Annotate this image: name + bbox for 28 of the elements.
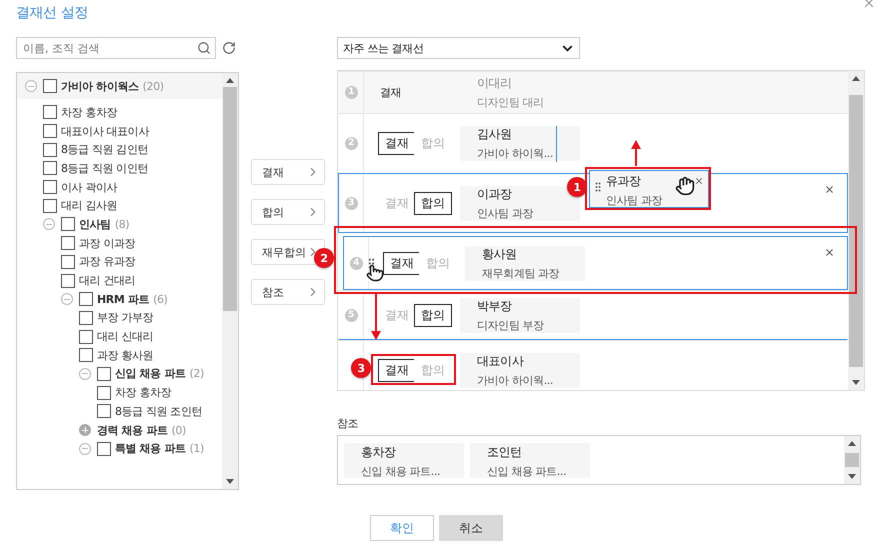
person-dept: 디자인팀 부장 <box>477 318 544 333</box>
person-dept: 신입 채용 파트... <box>361 464 440 478</box>
member-count: (20) <box>142 80 164 92</box>
person-name: 조인턴 <box>487 444 522 460</box>
member-count: (8) <box>114 218 130 231</box>
member-count: (1) <box>189 442 204 456</box>
person-name: 이과장 <box>477 186 512 203</box>
person-name: 대표이사 <box>477 353 524 370</box>
person-dept: 가비아 하이웍... <box>477 373 553 388</box>
person-name: 유과장 <box>606 173 641 190</box>
person-dept: 디자인팀 대리 <box>477 95 544 110</box>
person-name: 김사원 <box>477 126 512 143</box>
person-name: 황사원 <box>482 246 517 263</box>
person-name: 이대리 <box>477 75 512 92</box>
person-name: 박부장 <box>477 298 512 315</box>
member-count: (0) <box>171 424 186 437</box>
section-label: 참조 <box>337 416 360 432</box>
member-count: (6) <box>153 292 168 306</box>
person-dept: 신입 채용 파트... <box>487 464 566 478</box>
person-dept: 인사팀 과장 <box>477 206 534 221</box>
person-name: 홍차장 <box>361 444 396 460</box>
person-dept: 가비아 하이웍... <box>477 146 553 161</box>
person-dept: 재무회계팀 과장 <box>482 266 560 281</box>
member-count: (2) <box>189 367 204 380</box>
person-dept: 인사팀 과장 <box>606 193 662 208</box>
step-badge: 2 <box>314 248 334 268</box>
dialog-title: 결재선 설정 <box>16 4 90 23</box>
approval-type: 결재 <box>379 84 402 100</box>
